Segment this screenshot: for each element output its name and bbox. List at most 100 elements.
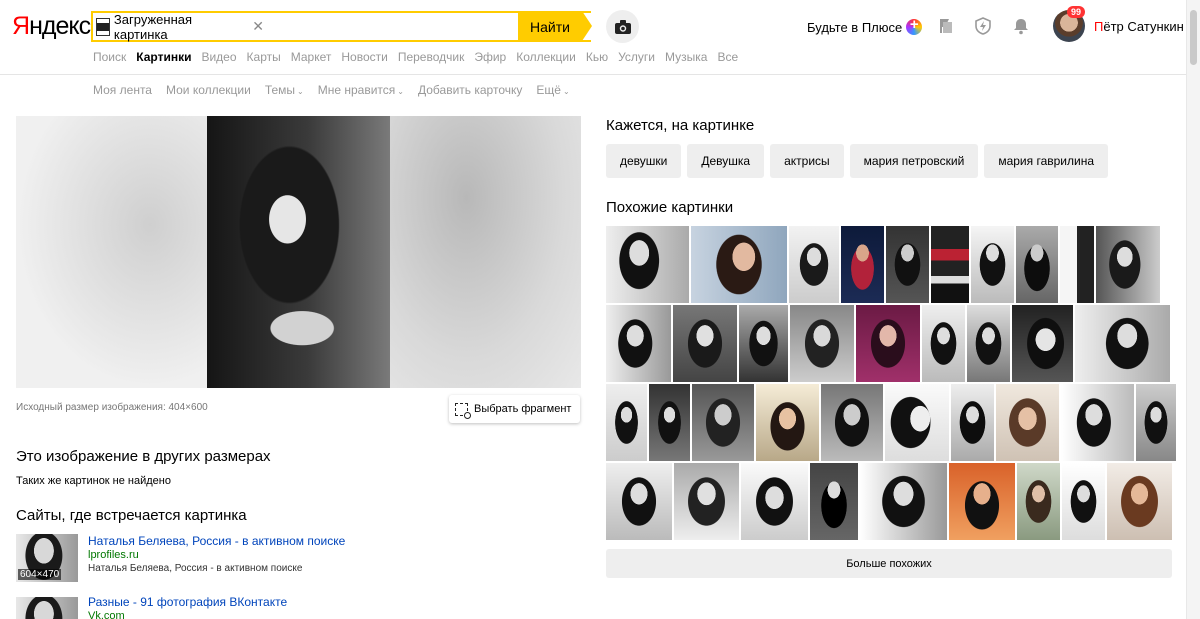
service-tab[interactable]: Кью <box>586 50 608 64</box>
subnav-item[interactable]: Темы ⌄ <box>265 83 304 97</box>
similar-image[interactable] <box>949 463 1015 540</box>
similar-image[interactable] <box>1075 305 1170 382</box>
query-photo <box>207 116 390 388</box>
shield-bolt-icon[interactable] <box>974 17 992 35</box>
similar-image[interactable] <box>606 226 689 303</box>
subnav-item[interactable]: Ещё ⌄ <box>536 83 569 97</box>
uploaded-image-label: Загруженная картинка <box>113 11 193 42</box>
similar-image[interactable] <box>886 226 929 303</box>
site-domain-link[interactable]: Vk.com <box>88 610 125 619</box>
more-similar-button[interactable]: Больше похожих <box>606 549 1172 578</box>
similar-image[interactable] <box>1136 384 1176 461</box>
tag-chip[interactable]: девушки <box>606 144 682 178</box>
similar-image[interactable] <box>856 305 920 382</box>
similar-image[interactable] <box>606 463 672 540</box>
site-thumbnail[interactable]: 604×470 <box>16 534 78 582</box>
similar-image[interactable] <box>789 226 839 303</box>
similar-image[interactable] <box>674 463 739 540</box>
similar-image[interactable] <box>756 384 819 461</box>
no-match-text: Таких же картинок не найдено <box>16 475 171 487</box>
bell-icon[interactable] <box>1012 17 1030 35</box>
service-tab[interactable]: Новости <box>341 50 387 64</box>
service-tab[interactable]: Маркет <box>291 50 332 64</box>
subnav-item[interactable]: Добавить карточку <box>418 83 522 97</box>
notifications-badge: 99 <box>1067 6 1086 18</box>
search-button[interactable]: Найти <box>518 11 592 42</box>
divider <box>0 74 1186 75</box>
service-tab[interactable]: Картинки <box>136 50 191 64</box>
search-input[interactable]: Загруженная картинка ✕ <box>91 11 591 42</box>
other-sizes-heading: Это изображение в других размерах <box>16 448 271 465</box>
site-domain-link[interactable]: lprofiles.ru <box>88 549 139 561</box>
similar-image[interactable] <box>741 463 808 540</box>
page: Яндекс Загруженная картинка ✕ Найти Будь… <box>0 0 1200 619</box>
blurred-backdrop-left <box>16 116 207 388</box>
similar-image[interactable] <box>1062 463 1105 540</box>
blurred-backdrop-right <box>390 116 581 388</box>
similar-image[interactable] <box>841 226 884 303</box>
plus-link[interactable]: Будьте в Плюсе <box>807 16 923 35</box>
user-name-first: П <box>1094 19 1104 34</box>
user-name[interactable]: Пётр Сатункин <box>1094 19 1184 34</box>
similar-image[interactable] <box>821 384 883 461</box>
service-tab[interactable]: Поиск <box>93 50 126 64</box>
service-tab[interactable]: Видео <box>201 50 236 64</box>
similar-image[interactable] <box>1012 305 1073 382</box>
plus-link-label: Будьте в Плюсе <box>807 19 903 35</box>
similar-images-row <box>606 384 1176 461</box>
subnav-item-label: Мои коллекции <box>165 83 251 97</box>
query-image-preview[interactable] <box>16 116 581 388</box>
close-icon[interactable]: ✕ <box>252 18 268 35</box>
service-tab[interactable]: Музыка <box>665 50 707 64</box>
similar-image[interactable] <box>606 305 671 382</box>
bookmark-icon[interactable] <box>937 17 955 35</box>
scrollbar-thumb[interactable] <box>1190 10 1197 65</box>
similar-image[interactable] <box>971 226 1014 303</box>
similar-image[interactable] <box>885 384 949 461</box>
subnav-item[interactable]: Моя лента <box>93 83 152 97</box>
similar-image[interactable] <box>996 384 1059 461</box>
similar-image[interactable] <box>1060 226 1094 303</box>
similar-image[interactable] <box>931 226 969 303</box>
user-name-rest: ётр Сатункин <box>1103 19 1184 34</box>
subnav-item[interactable]: Мне нравится ⌄ <box>318 83 404 97</box>
uploaded-image-chip[interactable]: Загруженная картинка ✕ <box>96 12 268 42</box>
similar-image[interactable] <box>860 463 947 540</box>
service-tab[interactable]: Эфир <box>474 50 506 64</box>
yandex-logo[interactable]: Яндекс <box>12 12 91 41</box>
select-fragment-button[interactable]: Выбрать фрагмент <box>449 395 580 423</box>
similar-image[interactable] <box>951 384 994 461</box>
site-result: Разные - 91 фотография ВКонтакте Vk.com <box>16 595 576 619</box>
similar-image[interactable] <box>810 463 858 540</box>
similar-image[interactable] <box>1107 463 1172 540</box>
tag-chip[interactable]: мария петровский <box>849 144 979 178</box>
service-tab[interactable]: Все <box>717 50 738 64</box>
similar-image[interactable] <box>1017 463 1060 540</box>
uploaded-image-thumbnail <box>96 17 110 36</box>
site-thumbnail[interactable] <box>16 597 78 619</box>
tag-chip[interactable]: актрисы <box>770 144 844 178</box>
similar-image[interactable] <box>692 384 754 461</box>
similar-image[interactable] <box>1096 226 1160 303</box>
service-tab[interactable]: Карты <box>247 50 281 64</box>
similar-image[interactable] <box>673 305 737 382</box>
similar-image[interactable] <box>790 305 854 382</box>
similar-image[interactable] <box>606 384 647 461</box>
similar-image[interactable] <box>649 384 690 461</box>
tag-chip[interactable]: мария гаврилина <box>984 144 1109 178</box>
similar-image[interactable] <box>691 226 787 303</box>
scrollbar[interactable] <box>1186 0 1200 619</box>
similar-image[interactable] <box>967 305 1010 382</box>
service-tab[interactable]: Переводчик <box>398 50 465 64</box>
subnav-item[interactable]: Мои коллекции <box>166 83 251 97</box>
similar-image[interactable] <box>922 305 965 382</box>
similar-image[interactable] <box>1061 384 1134 461</box>
service-tab[interactable]: Коллекции <box>516 50 576 64</box>
service-tab[interactable]: Услуги <box>618 50 655 64</box>
site-title-link[interactable]: Разные - 91 фотография ВКонтакте <box>88 595 287 609</box>
tag-chip[interactable]: Девушка <box>687 144 765 178</box>
similar-image[interactable] <box>739 305 788 382</box>
similar-image[interactable] <box>1016 226 1058 303</box>
camera-icon[interactable] <box>606 10 639 43</box>
site-title-link[interactable]: Наталья Беляева, Россия - в активном пои… <box>88 534 345 548</box>
